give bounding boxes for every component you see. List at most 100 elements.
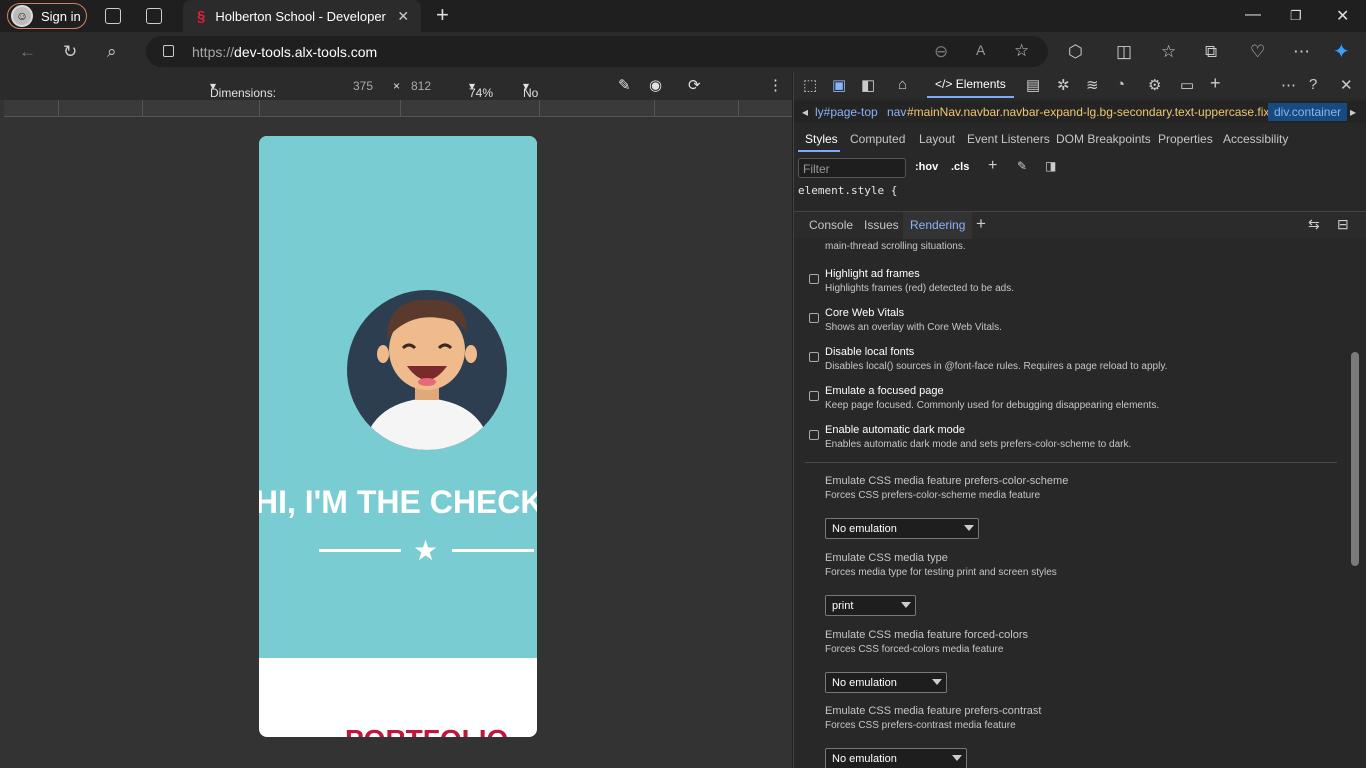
read-aloud-icon[interactable]: A xyxy=(976,42,985,58)
new-style-rule-icon[interactable]: + xyxy=(988,157,997,175)
add-drawer-tab-icon[interactable]: + xyxy=(976,214,986,234)
collections-icon[interactable]: ⧉ xyxy=(1205,42,1217,62)
media-query-ruler[interactable] xyxy=(4,100,792,117)
settings-gear-icon[interactable]: ⚙ xyxy=(1148,76,1161,94)
new-tab-icon[interactable]: + xyxy=(436,2,449,28)
copilot-icon[interactable]: ✦ xyxy=(1333,39,1350,64)
tab-issues[interactable]: Issues xyxy=(864,218,899,232)
sensors-icon[interactable]: ✎ xyxy=(618,76,631,94)
url-text[interactable]: https://dev-tools.alx-tools.com xyxy=(192,44,377,60)
application-icon[interactable]: ▭ xyxy=(1180,76,1194,94)
close-tab-icon[interactable]: ✕ xyxy=(397,8,409,25)
address-bar[interactable]: https://dev-tools.alx-tools.com ⊖ A ☆ xyxy=(146,36,1048,67)
tab-console[interactable]: Console xyxy=(809,218,853,232)
split-screen-icon[interactable]: ◫ xyxy=(1116,42,1132,62)
breadcrumb-item-nav[interactable]: #mainNav.navbar.navbar-expand-lg.bg-seco… xyxy=(907,105,1303,119)
welcome-home-icon[interactable]: ⌂ xyxy=(898,76,907,93)
breadcrumb-scroll-right-icon[interactable]: ▸ xyxy=(1350,105,1356,119)
restore-icon[interactable]: ❐ xyxy=(1290,8,1302,24)
tab-elements[interactable]: </> Elements xyxy=(927,72,1014,98)
refresh-icon[interactable]: ↻ xyxy=(63,42,77,62)
disable-local-fonts-checkbox[interactable] xyxy=(809,352,819,362)
prefers-contrast-select[interactable]: No emulation xyxy=(825,748,967,768)
hero-title: HI, I'M THE CHECKER xyxy=(259,484,537,520)
search-icon[interactable]: ⌕ xyxy=(107,42,117,62)
vision-icon[interactable]: ◉ xyxy=(649,76,662,94)
device-toggle-icon[interactable]: ▣ xyxy=(832,76,846,94)
highlight-ad-frames-checkbox[interactable] xyxy=(809,274,819,284)
sources-bug-icon[interactable]: ✲ xyxy=(1057,76,1070,94)
sign-in-label: Sign in xyxy=(41,8,81,24)
rotate-icon[interactable]: ⟳ xyxy=(688,76,701,94)
breadcrumb-item-body[interactable]: ly#page-top xyxy=(815,105,878,119)
minimize-icon[interactable]: — xyxy=(1245,6,1261,24)
element-style-rule[interactable]: element.style { xyxy=(798,184,897,197)
help-icon[interactable]: ? xyxy=(1309,76,1317,93)
prefers-contrast-setting: Emulate CSS media feature prefers-contra… xyxy=(825,705,1345,768)
width-input[interactable]: 375 xyxy=(353,79,373,93)
tab-properties[interactable]: Properties xyxy=(1158,132,1213,146)
close-window-icon[interactable]: ✕ xyxy=(1336,6,1349,26)
close-drawer-icon[interactable]: ⊟ xyxy=(1337,216,1349,233)
core-web-vitals-checkbox[interactable] xyxy=(809,313,819,323)
browser-tab[interactable]: § Holberton School - Developer to ✕ xyxy=(183,0,421,32)
tab-title: Holberton School - Developer to xyxy=(215,8,388,24)
cls-toggle[interactable]: .cls xyxy=(951,161,969,173)
profile-avatar-icon: ☺ xyxy=(11,5,33,27)
paint-brush-icon[interactable]: ✎ xyxy=(1017,159,1027,173)
workspaces-icon[interactable] xyxy=(105,8,121,24)
emulate-focused-page-checkbox[interactable] xyxy=(809,391,819,401)
tab-dom-breakpoints[interactable]: DOM Breakpoints xyxy=(1056,132,1151,146)
more-options-icon[interactable]: ⋯ xyxy=(1293,42,1310,62)
more-tools-plus-icon[interactable]: + xyxy=(1210,73,1221,94)
performance-icon[interactable]: ◔ xyxy=(1116,76,1125,93)
zoom-out-icon[interactable]: ⊖ xyxy=(934,42,948,62)
rendering-scrollbar[interactable] xyxy=(1351,352,1359,566)
sign-in-button[interactable]: ☺ Sign in xyxy=(7,3,87,29)
styles-filter-input[interactable]: Filter xyxy=(798,158,906,178)
forced-colors-setting: Emulate CSS media feature forced-colors … xyxy=(825,629,1345,693)
holberton-favicon-icon: § xyxy=(197,7,206,25)
star-icon: ★ xyxy=(413,535,439,566)
zoom-select[interactable]: 74% ▾ xyxy=(469,79,493,100)
breadcrumb-item-container[interactable]: div.container xyxy=(1268,103,1348,121)
tab-accessibility[interactable]: Accessibility xyxy=(1223,132,1288,146)
divider-right xyxy=(452,549,534,552)
chevron-down-icon xyxy=(901,602,911,608)
back-icon[interactable]: ← xyxy=(19,42,36,62)
device-more-icon[interactable]: ⋮ xyxy=(768,76,783,94)
breadcrumb-scroll-left-icon[interactable]: ◂ xyxy=(802,105,808,119)
browser-essentials-icon[interactable]: ♡ xyxy=(1250,42,1265,62)
device-toolbar: Dimensions: iPhone X ▾ 375 × 812 74% ▾ N… xyxy=(0,72,792,114)
title-bar: ☺ Sign in § Holberton School - Developer… xyxy=(0,0,1366,32)
tab-styles[interactable]: Styles xyxy=(805,132,838,146)
tab-layout[interactable]: Layout xyxy=(919,132,955,146)
extensions-icon[interactable]: ⬡ xyxy=(1068,42,1083,62)
height-input[interactable]: 812 xyxy=(411,79,431,93)
media-type-setting: Emulate CSS media type Forces media type… xyxy=(825,552,1345,616)
favorites-icon[interactable]: ☆ xyxy=(1161,42,1176,62)
tab-computed[interactable]: Computed xyxy=(850,132,905,146)
console-tool-icon[interactable]: ▤ xyxy=(1026,76,1040,94)
devtools-more-icon[interactable]: ⋯ xyxy=(1281,76,1296,94)
dimensions-select[interactable]: Dimensions: iPhone X ▾ xyxy=(210,79,276,114)
undock-drawer-icon[interactable]: ⇆ xyxy=(1308,216,1320,233)
hov-toggle[interactable]: :hov xyxy=(915,161,938,173)
tab-event-listeners[interactable]: Event Listeners xyxy=(967,132,1050,146)
divider-left xyxy=(319,549,401,552)
media-type-select[interactable]: print xyxy=(825,595,916,616)
tab-actions-icon[interactable] xyxy=(146,8,162,24)
inspect-icon[interactable]: ⬚ xyxy=(803,76,817,94)
breadcrumb-item-nav-tag[interactable]: nav xyxy=(887,105,906,119)
throttling-select[interactable]: No throttling ▾ xyxy=(523,79,569,114)
tab-rendering[interactable]: Rendering xyxy=(903,212,973,239)
network-wifi-icon[interactable]: ≋ xyxy=(1086,76,1099,94)
prefers-color-scheme-select[interactable]: No emulation xyxy=(825,518,979,539)
auto-dark-mode-checkbox[interactable] xyxy=(809,430,819,440)
dock-icon[interactable]: ◧ xyxy=(861,76,875,94)
forced-colors-select[interactable]: No emulation xyxy=(825,672,947,693)
close-devtools-icon[interactable]: ✕ xyxy=(1340,76,1353,94)
breadcrumb: ◂ ly#page-top nav #mainNav.navbar.navbar… xyxy=(794,101,1366,123)
favorite-star-icon[interactable]: ☆ xyxy=(1014,41,1029,61)
toggle-sidebar-icon[interactable]: ◨ xyxy=(1045,159,1056,173)
